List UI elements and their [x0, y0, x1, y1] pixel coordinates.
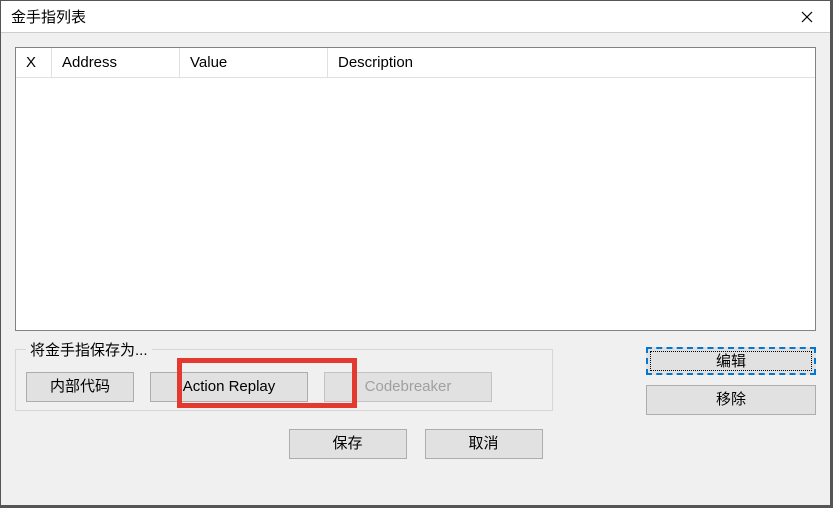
bottom-button-row: 保存 取消: [15, 429, 816, 459]
save-as-legend: 将金手指保存为...: [26, 339, 152, 360]
cheat-listview[interactable]: X Address Value Description: [15, 47, 816, 331]
cancel-button[interactable]: 取消: [425, 429, 543, 459]
window-title: 金手指列表: [11, 6, 86, 27]
column-header-address[interactable]: Address: [52, 48, 180, 77]
content-area: X Address Value Description 将金手指保存为... 内…: [1, 33, 830, 505]
action-replay-button[interactable]: Action Replay: [150, 372, 308, 402]
column-header-x[interactable]: X: [16, 48, 52, 77]
codebreaker-button: Codebreaker: [324, 372, 492, 402]
remove-button[interactable]: 移除: [646, 385, 816, 415]
edit-button[interactable]: 编辑: [646, 347, 816, 375]
side-button-column: 编辑 移除: [646, 347, 816, 415]
close-icon: [801, 11, 813, 23]
save-as-buttons: 内部代码 Action Replay Codebreaker: [26, 372, 542, 402]
titlebar: 金手指列表: [1, 1, 830, 33]
cheat-list-window: 金手指列表 X Address Value Description 将金手指保存…: [0, 0, 831, 506]
column-header-description[interactable]: Description: [328, 48, 815, 77]
column-header-value[interactable]: Value: [180, 48, 328, 77]
internal-code-button[interactable]: 内部代码: [26, 372, 134, 402]
save-as-group: 将金手指保存为... 内部代码 Action Replay Codebreake…: [15, 339, 553, 411]
save-button[interactable]: 保存: [289, 429, 407, 459]
lower-controls: 将金手指保存为... 内部代码 Action Replay Codebreake…: [15, 339, 816, 411]
close-button[interactable]: [784, 1, 830, 33]
listview-header: X Address Value Description: [16, 48, 815, 78]
